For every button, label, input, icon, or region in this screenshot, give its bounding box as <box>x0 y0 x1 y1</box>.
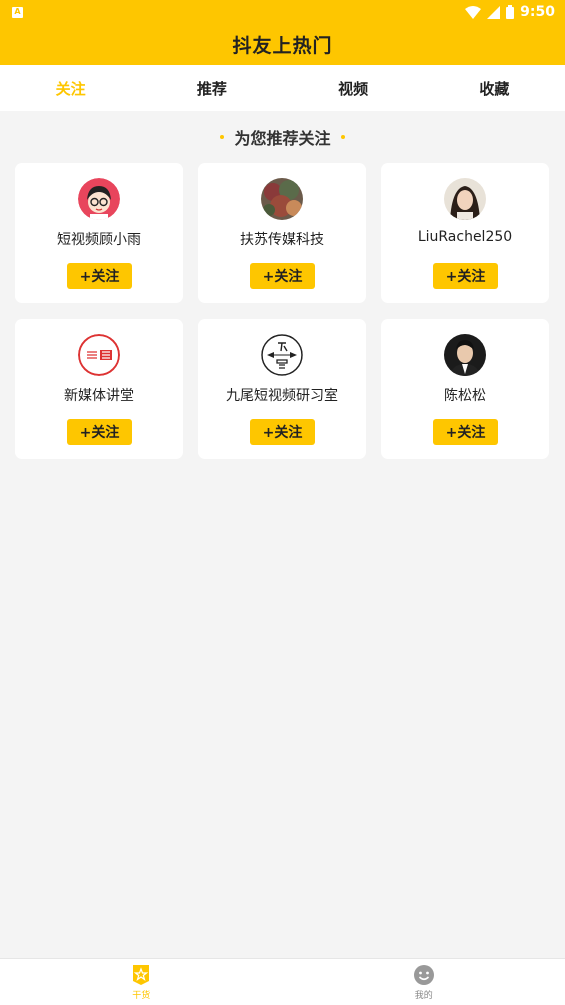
status-icons: 9:50 <box>465 4 555 20</box>
card-name: 九尾短视频研习室 <box>226 388 338 404</box>
tab-bar: 关注 推荐 视频 收藏 <box>0 65 565 111</box>
card-name: LiuRachel250 <box>417 229 513 245</box>
recommend-card[interactable]: 九尾短视频研习室 +关注 <box>198 319 366 459</box>
page-title: 抖友上热门 <box>232 35 333 57</box>
nav-label-ganhuo: 干货 <box>132 990 151 1001</box>
man-photo-avatar[interactable] <box>444 334 486 376</box>
tab-video[interactable]: 视频 <box>283 78 424 99</box>
app-notification-icon: A <box>12 6 23 18</box>
star-badge-icon <box>133 964 150 985</box>
app-bar: 抖友上热门 <box>0 24 565 65</box>
toutiao-logo-avatar[interactable] <box>78 334 120 376</box>
battery-icon <box>506 5 515 19</box>
card-name: 短视频顾小雨 <box>57 232 141 248</box>
jiuwei-logo-avatar[interactable] <box>261 334 303 376</box>
recommend-card[interactable]: 短视频顾小雨 +关注 <box>15 163 183 303</box>
section-heading: 为您推荐关注 <box>0 123 565 151</box>
nav-item-mine[interactable]: 我的 <box>283 959 565 1005</box>
follow-button[interactable]: +关注 <box>433 419 498 445</box>
tab-favorites[interactable]: 收藏 <box>424 78 565 99</box>
signal-icon <box>487 5 501 19</box>
cartoon-girl-avatar[interactable] <box>78 178 120 220</box>
recommend-card[interactable]: 新媒体讲堂 +关注 <box>15 319 183 459</box>
smiley-icon <box>413 964 434 985</box>
follow-button[interactable]: +关注 <box>67 419 132 445</box>
nav-item-ganhuo[interactable]: 干货 <box>0 959 283 1005</box>
section-title: 为您推荐关注 <box>234 129 331 148</box>
bottom-nav: 干货 我的 <box>0 958 565 1005</box>
follow-button[interactable]: +关注 <box>250 419 315 445</box>
heading-dot-left <box>220 135 225 139</box>
recommend-card[interactable]: LiuRachel250 +关注 <box>381 163 549 303</box>
recommend-card[interactable]: 陈松松 +关注 <box>381 319 549 459</box>
card-name: 陈松松 <box>444 388 486 404</box>
follow-button[interactable]: +关注 <box>433 263 498 289</box>
painting-avatar[interactable] <box>261 178 303 220</box>
follow-button[interactable]: +关注 <box>67 263 132 289</box>
card-name: 扶苏传媒科技 <box>240 232 324 248</box>
heading-dot-right <box>340 135 345 139</box>
nav-label-mine: 我的 <box>414 990 433 1001</box>
woman-photo-avatar[interactable] <box>444 178 486 220</box>
tab-follow[interactable]: 关注 <box>0 78 141 99</box>
tab-recommend[interactable]: 推荐 <box>141 78 282 99</box>
status-time: 9:50 <box>520 4 555 20</box>
wifi-icon <box>465 5 482 19</box>
card-name: 新媒体讲堂 <box>64 388 134 404</box>
status-bar: A 9:50 <box>0 0 565 24</box>
recommend-card[interactable]: 扶苏传媒科技 +关注 <box>198 163 366 303</box>
follow-button[interactable]: +关注 <box>250 263 315 289</box>
